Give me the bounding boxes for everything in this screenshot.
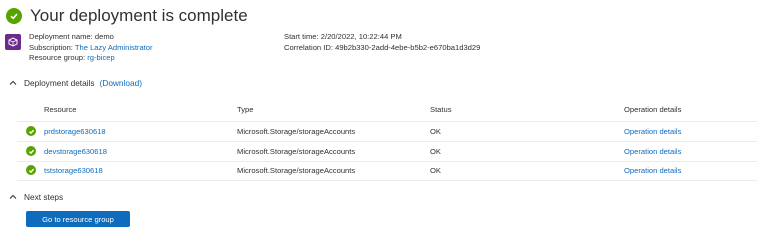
row-divider — [17, 121, 757, 122]
correlation-id-value: 49b2b330-2add-4ebe-b5b2-e670ba1d3d29 — [335, 42, 481, 52]
status-value: OK — [430, 127, 441, 136]
operation-details-link[interactable]: Operation details — [624, 127, 681, 136]
deployment-name-row: Deployment name: demo — [29, 32, 114, 41]
start-time-value: 2/20/2022, 10:22:44 PM — [320, 32, 402, 41]
resource-link[interactable]: tststorage630618 — [44, 166, 103, 175]
resource-type: Microsoft.Storage/storageAccounts — [237, 147, 356, 156]
next-steps-title: Next steps — [24, 192, 64, 202]
chevron-up-icon — [8, 78, 18, 88]
operation-details-link[interactable]: Operation details — [624, 147, 681, 156]
resource-type: Microsoft.Storage/storageAccounts — [237, 166, 356, 175]
column-header-resource: Resource — [44, 105, 77, 114]
resource-type: Microsoft.Storage/storageAccounts — [237, 127, 356, 136]
deployment-cube-icon — [5, 34, 21, 50]
deployment-name-value: demo — [94, 32, 114, 41]
row-divider — [17, 161, 757, 162]
deployment-details-toggle[interactable]: Deployment details (Download) — [8, 78, 142, 88]
success-check-icon — [26, 165, 36, 175]
column-header-status: Status — [430, 105, 452, 114]
chevron-up-icon — [8, 192, 18, 202]
success-check-icon — [26, 146, 36, 156]
deployment-info-right: Start time: 2/20/2022, 10:22:44 PM Corre… — [284, 32, 480, 53]
column-header-type: Type — [237, 105, 254, 114]
row-divider — [17, 141, 757, 142]
subscription-row: Subscription: The Lazy Administrator — [29, 42, 153, 52]
page-title: Your deployment is complete — [30, 6, 248, 25]
success-check-icon — [26, 126, 36, 136]
go-to-resource-group-button[interactable]: Go to resource group — [26, 211, 130, 227]
resource-group-link[interactable]: rg-bicep — [87, 53, 114, 62]
next-steps-toggle[interactable]: Next steps — [8, 192, 63, 202]
deployment-details-title: Deployment details — [24, 78, 95, 88]
start-time-row: Start time: 2/20/2022, 10:22:44 PM — [284, 32, 402, 41]
page-header: Your deployment is complete — [6, 5, 248, 27]
row-divider — [17, 180, 757, 181]
correlation-row: Correlation ID: 49b2b330-2add-4ebe-b5b2-… — [284, 42, 481, 52]
column-header-operation: Operation details — [624, 105, 682, 114]
resource-group-row: Resource group: rg-bicep — [29, 53, 115, 62]
status-value: OK — [430, 147, 441, 156]
status-value: OK — [430, 166, 441, 175]
success-check-icon — [6, 8, 22, 24]
download-link[interactable]: (Download) — [100, 78, 142, 88]
resource-link[interactable]: devstorage630618 — [44, 147, 107, 156]
operation-details-link[interactable]: Operation details — [624, 166, 681, 175]
deployment-info-left: Deployment name: demo Subscription: The … — [29, 32, 153, 64]
resource-link[interactable]: prdstorage630618 — [44, 127, 106, 136]
subscription-link[interactable]: The Lazy Administrator — [75, 43, 153, 52]
